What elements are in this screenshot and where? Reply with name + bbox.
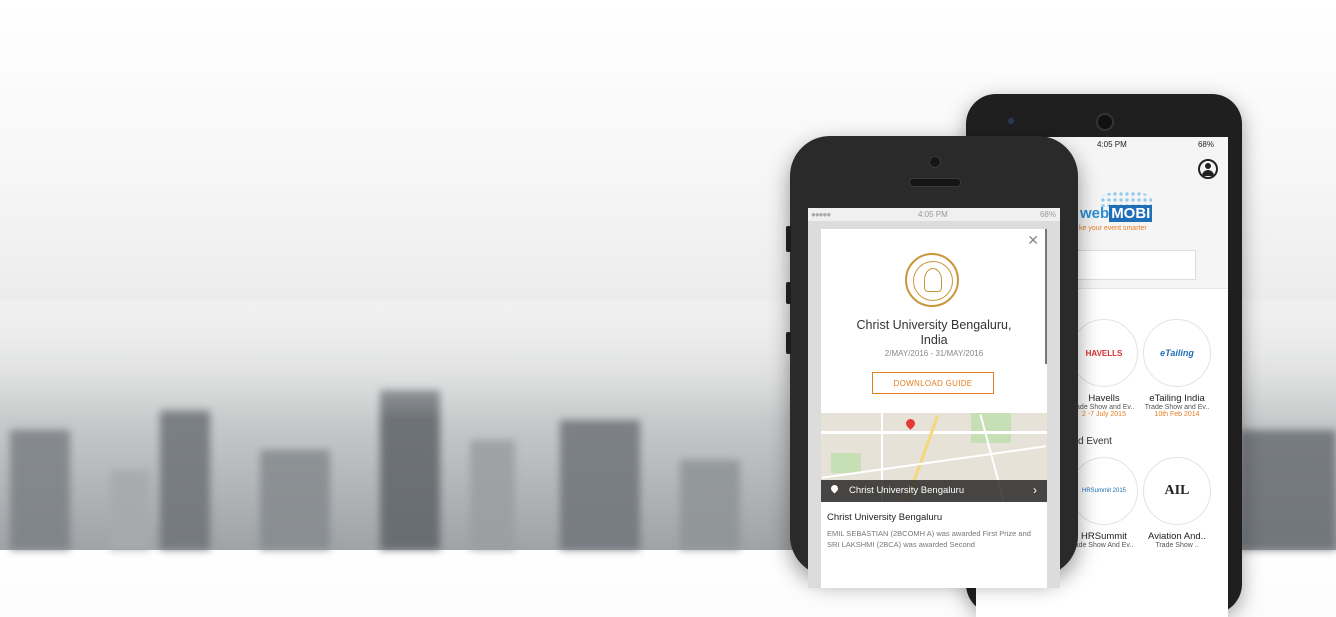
event-card-aviation[interactable]: AIL Aviation And.. Trade Show .. (1135, 457, 1219, 549)
venue-description: EMIL SEBASTIAN (2BCOMH A) was awarded Fi… (827, 529, 1031, 549)
camera-icon (1096, 113, 1114, 131)
map-park (971, 413, 1011, 443)
event-detail-modal: ✕ Christ University Bengaluru, India 2/M… (821, 229, 1047, 588)
event-name: Aviation And.. (1148, 531, 1206, 542)
event-logo: HAVELLS (1070, 319, 1138, 387)
logo-web-text: web (1080, 205, 1110, 222)
event-name: eTailing India (1149, 393, 1205, 404)
map-location-bar[interactable]: Christ University Bengaluru › (821, 480, 1047, 502)
event-title-line1: Christ University Bengaluru, (856, 318, 1012, 332)
signal-icon: ●●●●● (811, 210, 831, 219)
event-logo: HRSummit 2015 (1070, 457, 1138, 525)
event-card-etailing[interactable]: eTailing eTailing India Trade Show and E… (1135, 319, 1219, 418)
venue-title: Christ University Bengaluru (827, 512, 943, 523)
close-icon[interactable]: ✕ (1027, 232, 1039, 249)
profile-icon[interactable] (1198, 159, 1218, 179)
status-battery: 68% (1197, 140, 1214, 149)
event-logo: eTailing (1143, 319, 1211, 387)
section-label: d Event (1078, 436, 1112, 447)
map-park (831, 453, 861, 473)
iphone: ●●●●● 4:05 PM 68% ✕ Christ University Be… (786, 136, 1078, 588)
map-pin-icon (904, 417, 917, 430)
status-time: 4:05 PM (918, 210, 948, 219)
status-battery: 68% (1039, 210, 1056, 219)
event-title-line2: India (920, 333, 948, 347)
map-location-label: Christ University Bengaluru (849, 485, 965, 496)
event-logo: AIL (1143, 457, 1211, 525)
volume-down-button (786, 332, 791, 354)
iphone-screen: ●●●●● 4:05 PM 68% ✕ Christ University Be… (808, 208, 1060, 588)
map-road (821, 431, 1047, 434)
sensor-icon (1008, 118, 1014, 124)
logo-tagline: ke your event smarter (1079, 225, 1147, 232)
event-title: Christ University Bengaluru, India (821, 318, 1047, 348)
location-pin-icon (829, 483, 840, 494)
search-input[interactable] (1068, 250, 1196, 280)
chevron-right-icon[interactable]: › (1033, 483, 1037, 497)
status-bar: ●●●●● 4:05 PM 68% (808, 208, 1060, 221)
venue-map[interactable]: Christ University Bengaluru › (821, 413, 1047, 502)
download-guide-button[interactable]: DOWNLOAD GUIDE (872, 372, 994, 394)
etailing-logo-icon: eTailing (1160, 348, 1194, 358)
app-logo: web MOBI (1080, 205, 1153, 222)
logo-mobi-text: MOBI (1109, 205, 1153, 222)
event-date: 10th Feb 2014 (1154, 411, 1200, 418)
event-type: Trade Show and Ev.. (1144, 404, 1210, 411)
university-seal-logo (905, 253, 959, 307)
havells-logo-icon: HAVELLS (1085, 348, 1123, 358)
status-time: 4:05 PM (1097, 140, 1127, 149)
mute-switch (786, 226, 791, 252)
hrsummit-logo-icon: HRSummit 2015 (1081, 488, 1126, 494)
volume-up-button (786, 282, 791, 304)
event-dates: 2/MAY/2016 - 31/MAY/2016 (884, 349, 984, 358)
speaker-grille (909, 178, 961, 187)
event-type: Trade Show .. (1155, 542, 1199, 549)
camera-icon (929, 156, 941, 168)
aviation-logo-icon: AIL (1164, 483, 1190, 498)
